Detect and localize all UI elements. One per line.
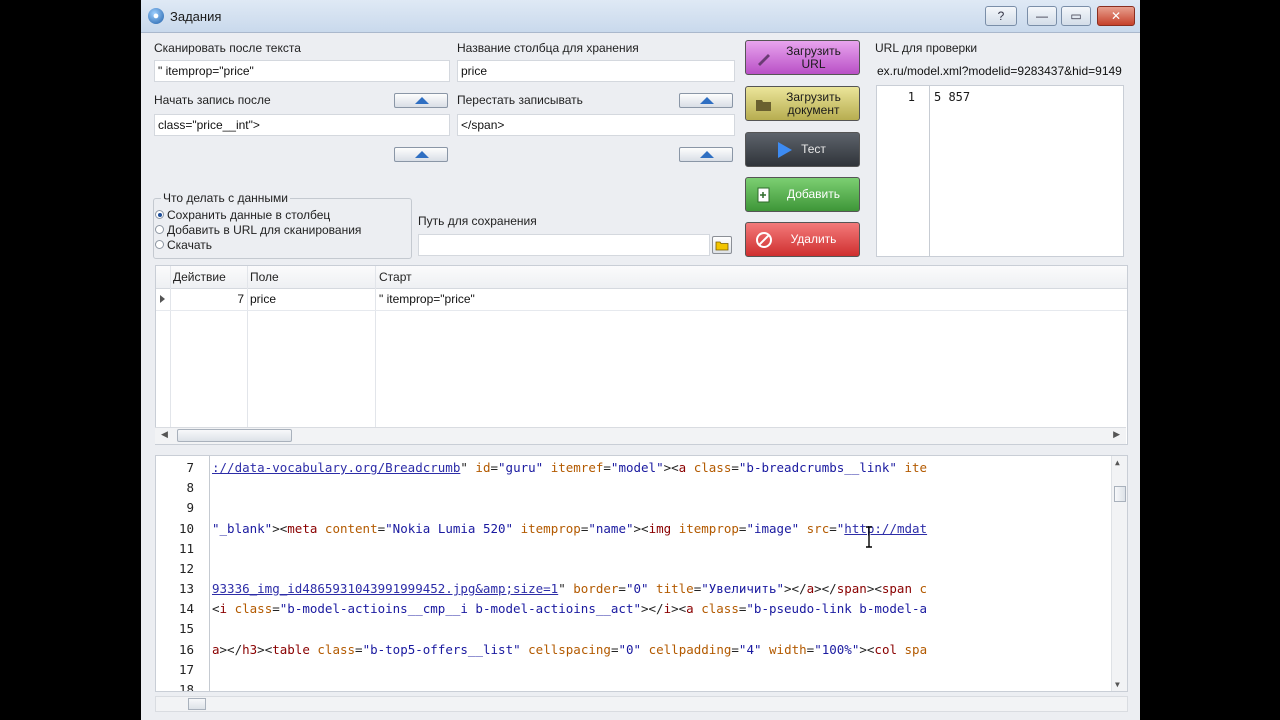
add-label: Добавить	[786, 187, 841, 201]
load-url-label: Загрузить URL	[786, 43, 841, 71]
load-document-button[interactable]: Загрузить документ	[745, 86, 860, 121]
line-number: 15	[178, 621, 194, 636]
grid-horizontal-scrollbar[interactable]: ◀ ▶	[155, 427, 1126, 444]
close-button[interactable]: ✕	[1097, 6, 1135, 26]
line-number: 9	[186, 500, 194, 515]
add-button[interactable]: Добавить	[745, 177, 860, 212]
line-number: 16	[178, 642, 194, 657]
radio-download-label: Скачать	[167, 238, 212, 252]
editor-vertical-scrollbar[interactable]: ▲ ▼	[1111, 456, 1127, 691]
delete-label: Удалить	[790, 232, 837, 246]
line-number: 12	[178, 561, 194, 576]
folder-open-icon	[756, 100, 771, 111]
radio-icon	[155, 225, 164, 234]
tasks-grid: Действие Поле Старт 7 price " itemprop="…	[155, 265, 1128, 445]
scroll-up-icon[interactable]: ▲	[1115, 458, 1120, 467]
arrow-up-icon	[415, 151, 429, 158]
start-after-input[interactable]: class="price__int">	[154, 114, 450, 136]
line-number: 17	[178, 662, 194, 677]
radio-add-url-label: Добавить в URL для сканирования	[167, 223, 362, 237]
table-row[interactable]: 7 price " itemprop="price"	[156, 288, 1127, 311]
line-number: 8	[186, 480, 194, 495]
column-start-header[interactable]: Старт	[379, 270, 412, 284]
scroll-left-icon[interactable]: ◀	[161, 429, 168, 440]
add-document-icon	[757, 187, 770, 203]
stop-up-button-2[interactable]	[679, 147, 733, 162]
help-button[interactable]: ?	[985, 6, 1017, 26]
radio-icon	[155, 240, 164, 249]
arrow-up-icon	[700, 151, 714, 158]
row-start-cell: " itemprop="price"	[379, 292, 475, 306]
radio-add-url[interactable]: Добавить в URL для сканирования	[155, 223, 362, 237]
code-line-16: a></h3><table class="b-top5-offers__list…	[212, 642, 928, 657]
editor-scroll-thumb[interactable]	[1114, 486, 1126, 502]
editor-hscroll-thumb[interactable]	[188, 698, 206, 710]
line-number: 10	[178, 521, 194, 536]
source-code-editor[interactable]: 7 8 9 10 11 12 13 14 15 16 17 18 ://data…	[155, 455, 1128, 692]
line-number: 18	[178, 682, 194, 692]
radio-selected-icon	[155, 210, 164, 219]
radio-download[interactable]: Скачать	[155, 238, 212, 252]
load-document-label: Загрузить документ	[786, 89, 841, 117]
start-after-up-button[interactable]	[394, 93, 448, 108]
load-url-button[interactable]: Загрузить URL	[745, 40, 860, 75]
save-path-input[interactable]	[418, 234, 710, 256]
scan-after-label: Сканировать после текста	[154, 41, 301, 55]
column-action-header[interactable]: Действие	[173, 270, 226, 284]
save-path-label: Путь для сохранения	[418, 214, 537, 228]
test-label: Тест	[801, 142, 826, 156]
row-action-cell: 7	[237, 292, 244, 306]
result-value: 5 857	[934, 90, 971, 104]
test-button[interactable]: Тест	[745, 132, 860, 167]
line-number: 7	[186, 460, 194, 475]
forbidden-icon	[756, 232, 772, 248]
arrow-up-icon	[700, 97, 714, 104]
result-gutter	[877, 86, 930, 256]
grid-scroll-thumb[interactable]	[177, 429, 292, 442]
app-icon: ●	[148, 8, 164, 24]
scroll-right-icon[interactable]: ▶	[1113, 429, 1120, 440]
title-bar: ● Задания ? — ▭ ✕	[141, 0, 1140, 33]
radio-save-to-column[interactable]: Сохранить данные в столбец	[155, 208, 331, 222]
grid-header: Действие Поле Старт	[156, 266, 1127, 289]
line-number: 11	[178, 541, 194, 556]
url-check-input[interactable]: ex.ru/model.xml?modelid=9283437&hid=9149	[877, 62, 1140, 80]
code-line-7: ://data-vocabulary.org/Breadcrumb" id="g…	[212, 460, 928, 475]
folder-icon	[715, 241, 729, 251]
line-number: 13	[178, 581, 194, 596]
minimize-button[interactable]: —	[1027, 6, 1057, 26]
window-title: Задания	[170, 9, 222, 24]
browse-folder-button[interactable]	[712, 236, 732, 254]
pen-icon	[758, 54, 770, 66]
scroll-down-icon[interactable]: ▼	[1115, 680, 1120, 689]
code-line-10: "_blank"><meta content="Nokia Lumia 520"…	[212, 521, 928, 536]
editor-horizontal-scrollbar[interactable]	[155, 696, 1128, 712]
row-pointer-icon	[160, 295, 165, 303]
radio-save-label: Сохранить данные в столбец	[167, 208, 331, 222]
stop-up-button[interactable]	[679, 93, 733, 108]
arrow-up-icon	[415, 97, 429, 104]
code-line-14: <i class="b-model-actioins__cmp__i b-mod…	[212, 601, 928, 616]
tasks-window: ● Задания ? — ▭ ✕ Сканировать после текс…	[141, 0, 1140, 720]
scan-after-input[interactable]: " itemprop="price"	[154, 60, 450, 82]
text-cursor-icon	[864, 526, 872, 548]
line-number: 14	[178, 601, 194, 616]
start-after-up-button-2[interactable]	[394, 147, 448, 162]
code-line-13: 93336_img_id4865931043991999452.jpg&amp;…	[212, 581, 928, 596]
maximize-button[interactable]: ▭	[1061, 6, 1091, 26]
result-box: 1 5 857	[876, 85, 1124, 257]
play-icon	[778, 142, 792, 158]
stop-label: Перестать записывать	[457, 93, 583, 107]
url-check-label: URL для проверки	[875, 41, 978, 55]
column-field-header[interactable]: Поле	[250, 270, 279, 284]
delete-button[interactable]: Удалить	[745, 222, 860, 257]
row-field-cell: price	[250, 292, 277, 306]
start-after-label: Начать запись после	[154, 93, 271, 107]
stop-input[interactable]: </span>	[457, 114, 735, 136]
column-name-label: Название столбца для хранения	[457, 41, 639, 55]
data-action-group-title: Что делать с данными	[161, 191, 290, 205]
result-line-number: 1	[907, 90, 915, 104]
column-name-input[interactable]: price	[457, 60, 735, 82]
